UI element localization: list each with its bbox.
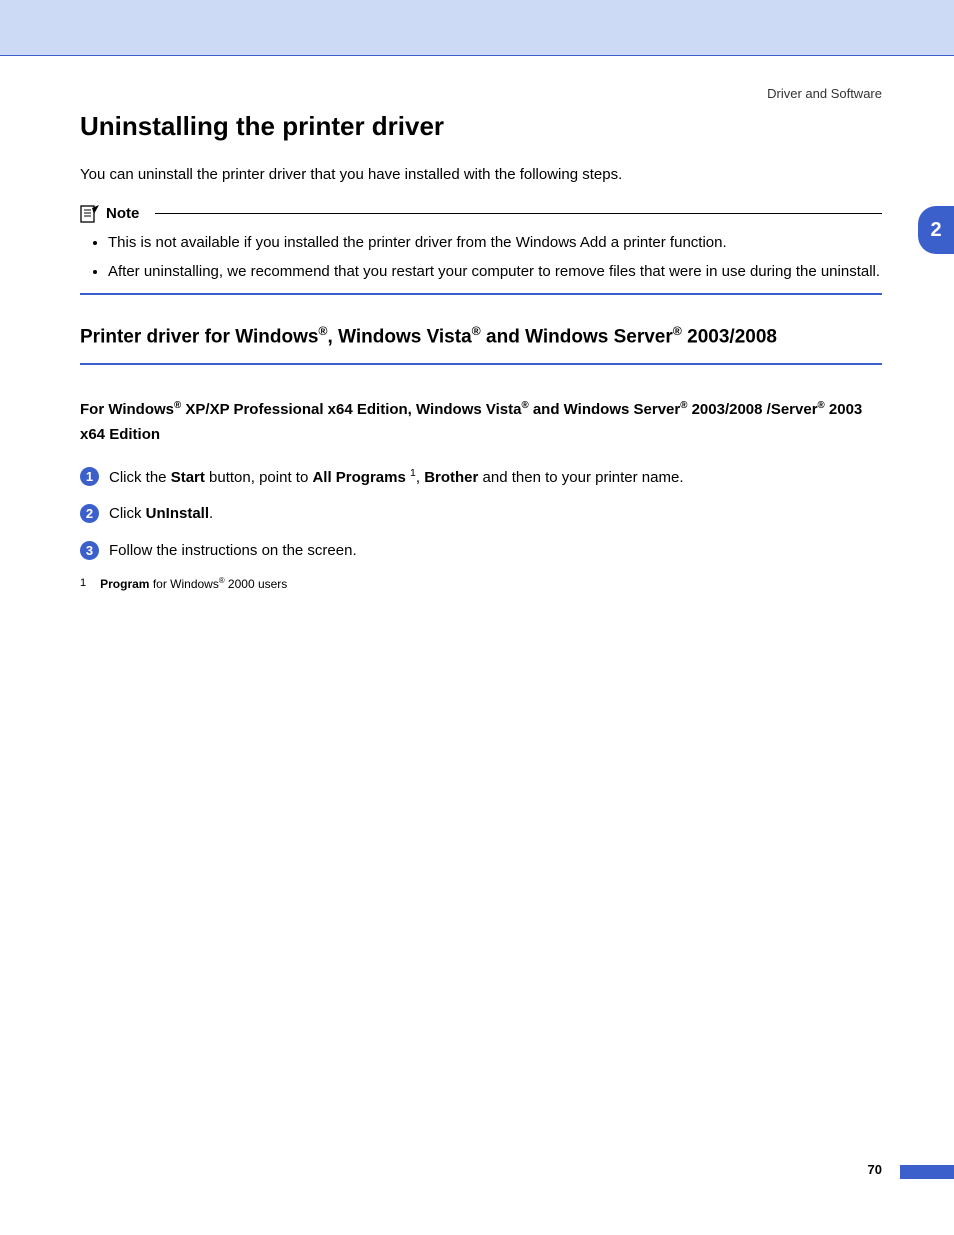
step-1: 1 Click the Start button, point to All P… xyxy=(80,466,882,490)
step-number-badge: 2 xyxy=(80,504,99,523)
note-item: After uninstalling, we recommend that yo… xyxy=(108,260,882,283)
step-text: Follow the instructions on the screen. xyxy=(109,540,357,563)
top-band xyxy=(0,0,954,56)
step-2: 2 Click UnInstall. xyxy=(80,503,882,526)
section-title: Printer driver for Windows®, Windows Vis… xyxy=(80,323,882,351)
page-title: Uninstalling the printer driver xyxy=(80,111,882,142)
section-rule xyxy=(80,363,882,365)
footnote: 1 Program for Windows® 2000 users xyxy=(80,576,882,593)
intro-paragraph: You can uninstall the printer driver tha… xyxy=(80,164,882,187)
chapter-tab: 2 xyxy=(918,206,954,254)
step-text: Click the Start button, point to All Pro… xyxy=(109,466,683,490)
header-section-label: Driver and Software xyxy=(767,86,882,101)
note-end-rule xyxy=(80,293,882,295)
footnote-text: Program for Windows® 2000 users xyxy=(100,576,287,593)
note-block: Note This is not available if you instal… xyxy=(80,205,882,296)
page-number: 70 xyxy=(868,1162,882,1177)
note-item: This is not available if you installed t… xyxy=(108,231,882,254)
note-icon xyxy=(80,205,100,223)
step-text: Click UnInstall. xyxy=(109,503,213,526)
footnote-number: 1 xyxy=(80,576,86,593)
note-rule xyxy=(155,213,882,214)
note-label: Note xyxy=(106,205,139,222)
subsection-title: For Windows® XP/XP Professional x64 Edit… xyxy=(80,397,882,448)
step-number-badge: 1 xyxy=(80,467,99,486)
step-number-badge: 3 xyxy=(80,541,99,560)
page-number-bar xyxy=(900,1165,954,1179)
step-3: 3 Follow the instructions on the screen. xyxy=(80,540,882,563)
